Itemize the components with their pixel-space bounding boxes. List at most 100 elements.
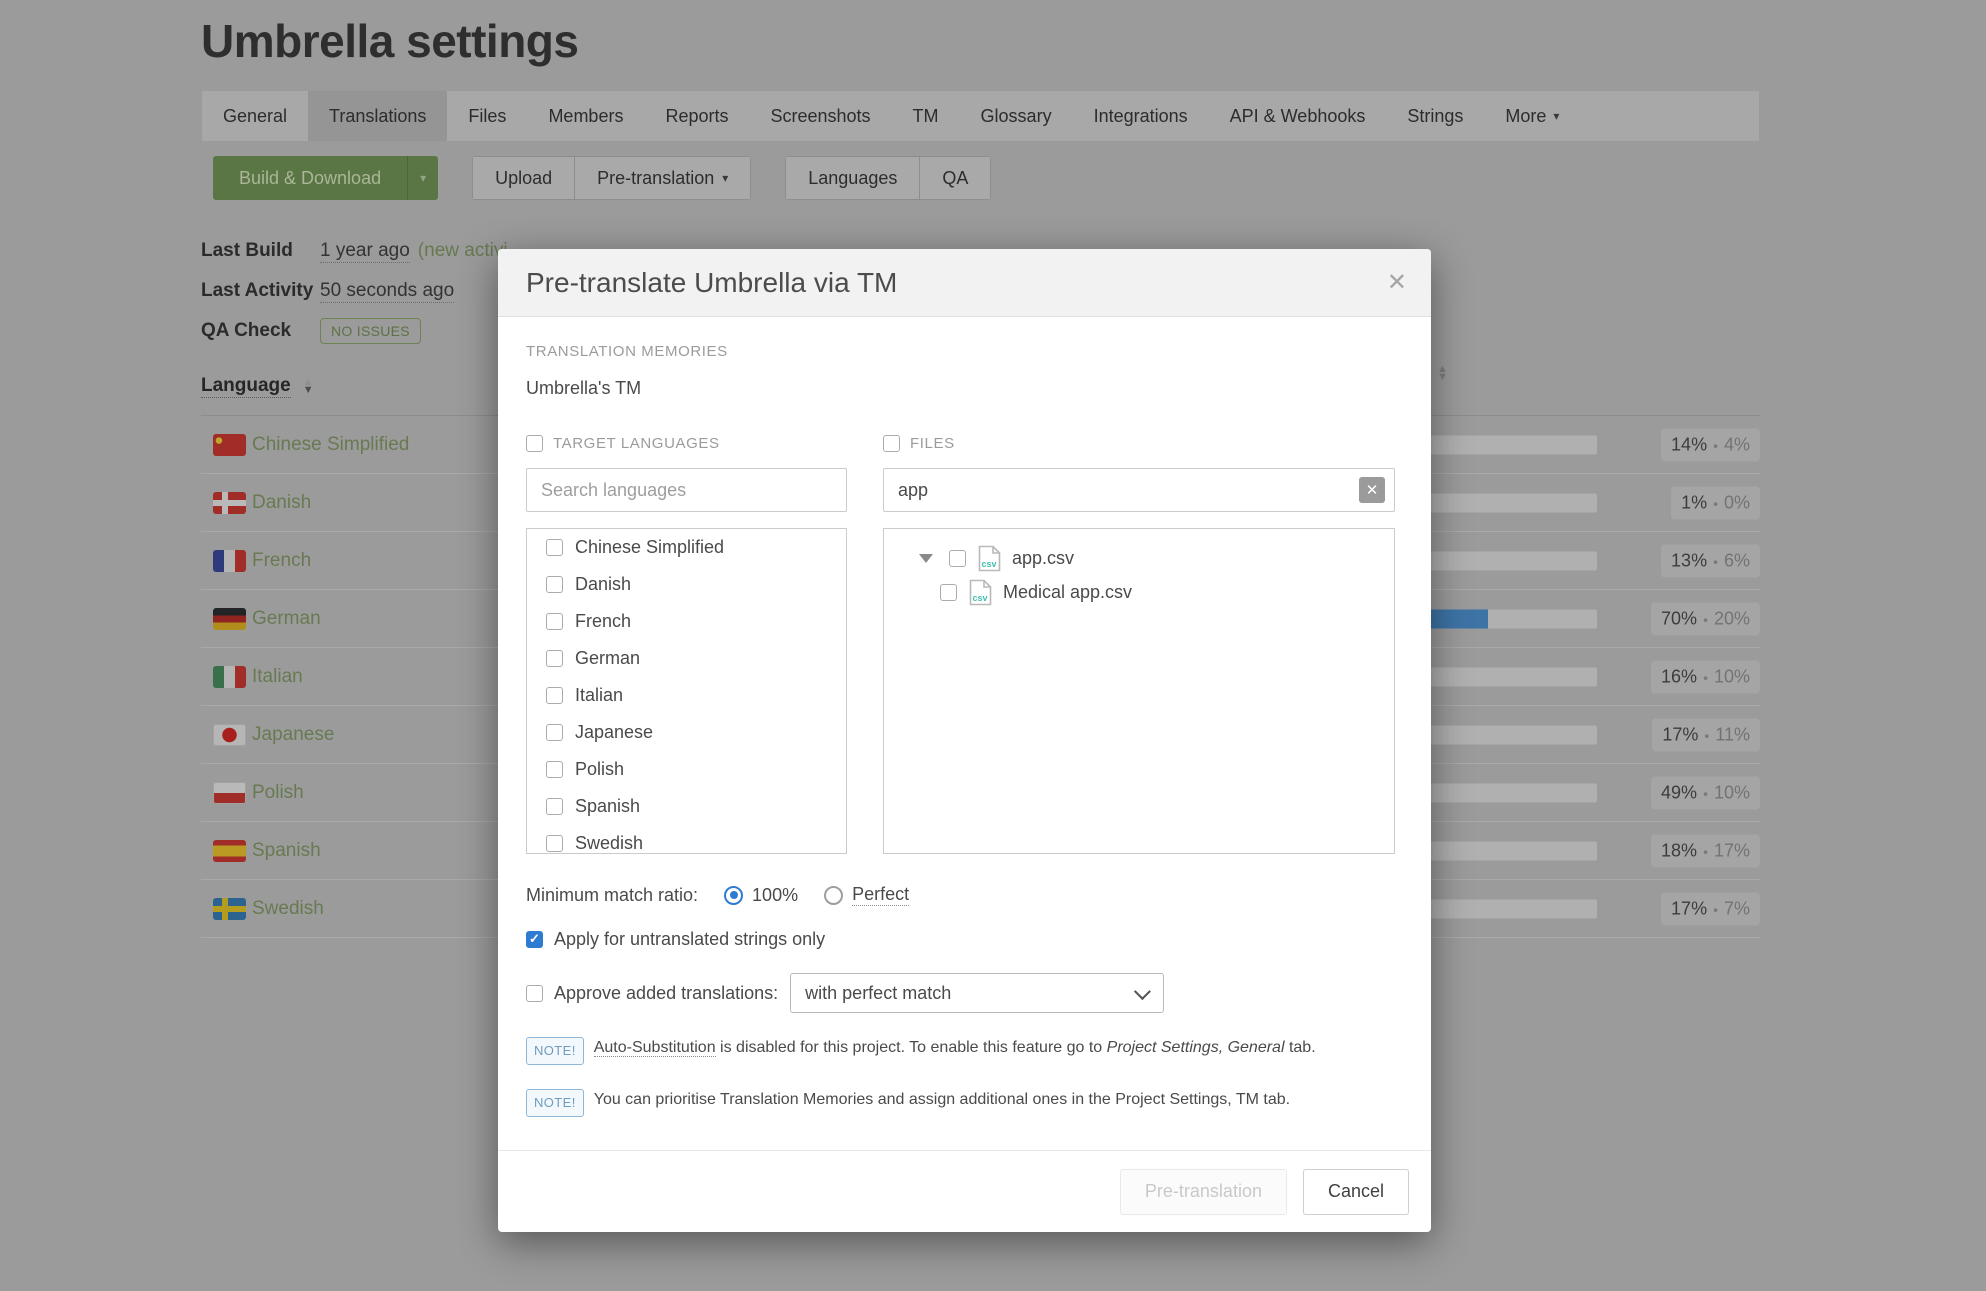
pre-translation-submit-button[interactable]: Pre-translation xyxy=(1120,1169,1287,1215)
language-link[interactable]: Chinese Simplified xyxy=(252,434,409,456)
match-100-radio[interactable] xyxy=(724,886,743,905)
language-link[interactable]: French xyxy=(252,550,311,572)
language-link[interactable]: Polish xyxy=(252,782,304,804)
tab-label: More xyxy=(1505,106,1546,127)
progress-percentages: 1%•0% xyxy=(1671,486,1760,519)
target-languages-select-all-checkbox[interactable] xyxy=(526,435,543,452)
approved-percent: 20% xyxy=(1714,608,1750,628)
upload-button[interactable]: Upload xyxy=(472,156,575,200)
qa-status-badge[interactable]: NO ISSUES xyxy=(320,318,421,344)
language-link[interactable]: Swedish xyxy=(252,898,324,920)
chevron-down-icon xyxy=(1134,983,1151,1000)
note-text: is disabled for this project. To enable … xyxy=(716,1039,1107,1056)
tree-collapse-icon[interactable] xyxy=(919,554,933,563)
search-languages-input[interactable] xyxy=(539,479,834,502)
language-checkbox[interactable] xyxy=(546,687,563,704)
cancel-button[interactable]: Cancel xyxy=(1303,1169,1409,1215)
close-icon[interactable]: ✕ xyxy=(1387,271,1407,295)
language-checkbox[interactable] xyxy=(546,576,563,593)
approve-match-select[interactable]: with perfect match xyxy=(790,973,1164,1013)
dot-separator: • xyxy=(1713,901,1718,917)
language-link[interactable]: Italian xyxy=(252,666,303,688)
language-option-label: German xyxy=(575,648,640,669)
pre-translation-menu-button[interactable]: Pre-translation▾ xyxy=(575,156,751,200)
language-checkbox[interactable] xyxy=(546,761,563,778)
progress-percentages: 14%•4% xyxy=(1661,428,1760,461)
file-checkbox[interactable] xyxy=(949,550,966,567)
tab-reports[interactable]: Reports xyxy=(644,91,749,141)
last-activity-link[interactable]: 50 seconds ago xyxy=(320,280,454,303)
language-checkbox[interactable] xyxy=(546,650,563,667)
files-filter-box: ✕ xyxy=(883,468,1395,512)
tab-tm[interactable]: TM xyxy=(892,91,960,141)
tab-label: Glossary xyxy=(981,106,1052,127)
qa-button[interactable]: QA xyxy=(920,156,991,200)
language-checkbox[interactable] xyxy=(546,835,563,852)
approved-percent: 10% xyxy=(1714,782,1750,802)
file-checkbox[interactable] xyxy=(940,584,957,601)
list-item: Italian xyxy=(527,677,846,714)
build-download-caret[interactable]: ▾ xyxy=(407,156,438,200)
flag-icon xyxy=(213,608,246,630)
dot-separator: • xyxy=(1703,611,1708,627)
tab-files[interactable]: Files xyxy=(447,91,527,141)
files-filter-input[interactable] xyxy=(896,479,1382,502)
files-select-all-checkbox[interactable] xyxy=(883,435,900,452)
tab-label: Integrations xyxy=(1094,106,1188,127)
note-text: tab. xyxy=(1285,1039,1316,1056)
csv-file-icon: csv xyxy=(969,579,992,606)
note-prioritise-tm: NOTE! You can prioritise Translation Mem… xyxy=(526,1089,1403,1117)
match-perfect-label[interactable]: Perfect xyxy=(852,884,909,906)
tab-label: Reports xyxy=(665,106,728,127)
tab-strings[interactable]: Strings xyxy=(1386,91,1484,141)
last-activity-label: Last Activity xyxy=(201,280,320,302)
list-item: Spanish xyxy=(527,788,846,825)
language-option-label: Danish xyxy=(575,574,631,595)
languages-listbox[interactable]: Chinese Simplified Danish French German … xyxy=(526,528,847,854)
tab-members[interactable]: Members xyxy=(527,91,644,141)
language-checkbox[interactable] xyxy=(546,798,563,815)
language-checkbox[interactable] xyxy=(546,613,563,630)
match-ratio-row: Minimum match ratio: 100% Perfect xyxy=(526,884,1403,906)
language-checkbox[interactable] xyxy=(546,724,563,741)
language-link[interactable]: Japanese xyxy=(252,724,334,746)
file-tree-row: csv Medical app.csv xyxy=(884,575,1394,609)
tab-glossary[interactable]: Glossary xyxy=(960,91,1073,141)
tab-more[interactable]: More▾ xyxy=(1484,91,1580,141)
qa-label: QA xyxy=(942,168,968,189)
apply-untranslated-checkbox[interactable] xyxy=(526,931,543,948)
auto-substitution-link[interactable]: Auto-Substitution xyxy=(594,1039,716,1057)
languages-button[interactable]: Languages xyxy=(785,156,920,200)
files-tree[interactable]: csv app.csv csv Medical app.csv xyxy=(883,528,1395,854)
match-perfect-radio[interactable] xyxy=(824,886,843,905)
tab-translations[interactable]: Translations xyxy=(308,91,447,141)
language-column-header[interactable]: Language xyxy=(201,375,291,398)
tab-label: API & Webhooks xyxy=(1230,106,1366,127)
approved-percent: 10% xyxy=(1714,666,1750,686)
language-option-label: Japanese xyxy=(575,722,653,743)
tab-label: TM xyxy=(913,106,939,127)
flag-icon xyxy=(213,550,246,572)
apply-untranslated-row: Apply for untranslated strings only xyxy=(526,929,1403,950)
list-item: Swedish xyxy=(527,825,846,854)
language-checkbox[interactable] xyxy=(546,539,563,556)
tab-api-webhooks[interactable]: API & Webhooks xyxy=(1209,91,1387,141)
progress-percentages: 49%•10% xyxy=(1651,776,1760,809)
tab-integrations[interactable]: Integrations xyxy=(1073,91,1209,141)
last-build-link[interactable]: 1 year ago xyxy=(320,240,410,263)
clear-filter-icon[interactable]: ✕ xyxy=(1359,477,1385,503)
tab-screenshots[interactable]: Screenshots xyxy=(749,91,891,141)
language-link[interactable]: Danish xyxy=(252,492,311,514)
build-download-button[interactable]: Build & Download ▾ xyxy=(213,156,438,200)
sort-icon[interactable]: ▲▼ xyxy=(303,378,314,394)
progress-sort-icon[interactable]: ▲▼ xyxy=(1437,365,1448,381)
dot-separator: • xyxy=(1704,727,1709,743)
language-link[interactable]: German xyxy=(252,608,321,630)
note-italic-text: Project Settings, General xyxy=(1107,1039,1285,1056)
language-link[interactable]: Spanish xyxy=(252,840,321,862)
progress-percentages: 18%•17% xyxy=(1651,834,1760,867)
approve-translations-checkbox[interactable] xyxy=(526,985,543,1002)
tab-general[interactable]: General xyxy=(202,91,308,141)
qa-check-label: QA Check xyxy=(201,320,320,342)
language-option-label: Swedish xyxy=(575,833,643,854)
